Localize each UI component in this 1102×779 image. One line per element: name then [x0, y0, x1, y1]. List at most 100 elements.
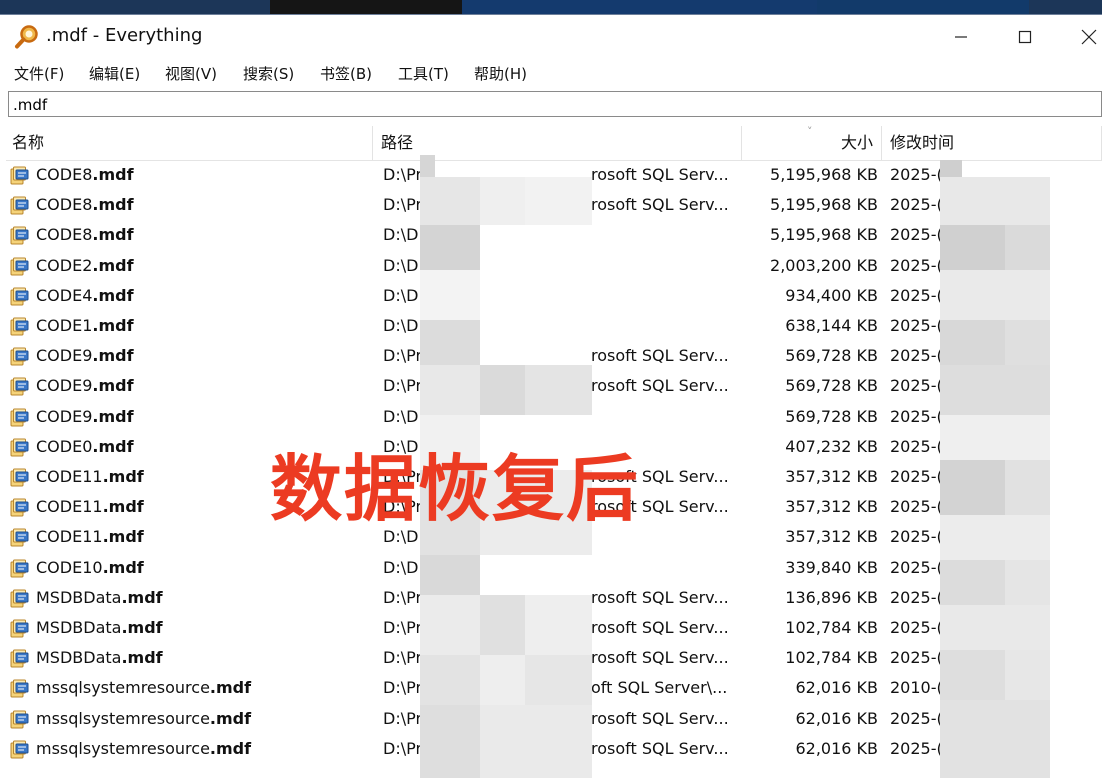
menu-tools[interactable]: 工具(T): [398, 63, 449, 84]
watermark-text: 数据恢复后: [270, 447, 641, 531]
file-name: MSDBData.mdf: [36, 648, 163, 668]
file-path: D:\D: [383, 255, 419, 275]
database-file-icon: [10, 347, 29, 366]
file-path-tail: rosoft SQL Serv...: [591, 195, 729, 215]
close-button[interactable]: [1066, 21, 1102, 53]
file-path-tail: oft SQL Server\...: [591, 678, 728, 698]
window-title: .mdf - Everything: [46, 25, 203, 46]
file-size: 136,896 KB: [785, 587, 878, 607]
maximize-icon: [1018, 30, 1032, 44]
file-size: 62,016 KB: [795, 738, 878, 758]
file-name: CODE8.mdf: [36, 225, 134, 245]
file-size: 102,784 KB: [785, 648, 878, 668]
file-path-tail: rosoft SQL Serv...: [591, 376, 729, 396]
file-name: MSDBData.mdf: [36, 587, 163, 607]
minimize-icon: [955, 36, 967, 38]
file-path: D:\Pr: [383, 587, 423, 607]
file-modified: 2025-(: [890, 738, 943, 758]
database-file-icon: [10, 740, 29, 759]
database-file-icon: [10, 619, 29, 638]
menu-file[interactable]: 文件(F): [14, 63, 64, 84]
menu-view[interactable]: 视图(V): [165, 63, 217, 84]
database-file-icon: [10, 196, 29, 215]
file-path: D:\D: [383, 285, 419, 305]
database-file-icon: [10, 166, 29, 185]
file-path: D:\Pr: [383, 195, 423, 215]
file-modified: 2025-(: [890, 557, 943, 577]
file-size: 357,312 KB: [785, 497, 878, 517]
database-file-icon: [10, 317, 29, 336]
search-box[interactable]: [8, 91, 1102, 118]
file-size: 357,312 KB: [785, 467, 878, 486]
file-path: D:\Pr: [383, 346, 423, 366]
file-modified: 2025-(: [890, 618, 943, 637]
file-name: MSDBData.mdf: [36, 618, 163, 637]
file-path: D:\Pr: [383, 738, 423, 758]
title-bar[interactable]: .mdf - Everything: [0, 15, 1102, 57]
file-modified: 2025-(: [890, 165, 943, 184]
file-modified: 2025-(: [890, 467, 943, 486]
file-size: 5,195,968 KB: [770, 225, 878, 245]
file-path: D:\D: [383, 316, 419, 335]
file-path: D:\Pr: [383, 165, 423, 184]
file-modified: 2025-(: [890, 587, 943, 607]
database-file-icon: [10, 438, 29, 457]
file-path-tail: rosoft SQL Serv...: [591, 346, 729, 366]
file-modified: 2025-(: [890, 195, 943, 215]
file-size: 62,016 KB: [795, 678, 878, 698]
file-name: mssqlsystemresource.mdf: [36, 738, 252, 758]
file-name: CODE11.mdf: [36, 467, 144, 486]
file-path-tail: rosoft SQL Serv...: [591, 738, 729, 758]
file-name: CODE8.mdf: [36, 165, 134, 184]
redacted-date-mosaic: [940, 155, 1050, 778]
database-file-icon: [10, 710, 29, 729]
file-path: D:\Pr: [383, 708, 423, 728]
file-size: 569,728 KB: [785, 346, 878, 366]
file-modified: 2025-(: [890, 376, 943, 396]
file-name: CODE9.mdf: [36, 346, 134, 366]
file-size: 62,016 KB: [795, 708, 878, 728]
file-modified: 2025-(: [890, 346, 943, 366]
file-modified: 2025-(: [890, 708, 943, 728]
file-path: D:\D: [383, 557, 419, 577]
file-name: mssqlsystemresource.mdf: [36, 678, 252, 698]
menu-help[interactable]: 帮助(H): [474, 63, 527, 84]
column-header-size[interactable]: 大小: [742, 126, 882, 160]
file-name: CODE9.mdf: [36, 376, 134, 396]
file-size: 638,144 KB: [785, 316, 878, 335]
database-file-icon: [10, 528, 29, 547]
database-file-icon: [10, 679, 29, 698]
file-size: 102,784 KB: [785, 618, 878, 637]
file-name: CODE4.mdf: [36, 285, 134, 305]
file-size: 5,195,968 KB: [770, 195, 878, 215]
file-size: 339,840 KB: [785, 557, 878, 577]
database-file-icon: [10, 559, 29, 578]
menu-edit[interactable]: 编辑(E): [89, 63, 140, 84]
minimize-button[interactable]: [938, 21, 984, 53]
menu-bookmarks[interactable]: 书签(B): [320, 63, 372, 84]
maximize-button[interactable]: [1002, 21, 1048, 53]
menu-search[interactable]: 搜索(S): [243, 63, 294, 84]
file-modified: 2025-(: [890, 436, 943, 456]
file-size: 2,003,200 KB: [770, 255, 878, 275]
file-modified: 2025-(: [890, 316, 943, 335]
file-name: CODE0.mdf: [36, 436, 134, 456]
file-path-tail: rosoft SQL Serv...: [591, 618, 729, 637]
file-size: 5,195,968 KB: [770, 165, 878, 184]
file-size: 569,728 KB: [785, 376, 878, 396]
file-path: D:\D: [383, 406, 419, 426]
database-file-icon: [10, 226, 29, 245]
file-size: 569,728 KB: [785, 406, 878, 426]
file-name: CODE1.mdf: [36, 316, 134, 335]
close-icon: [1081, 29, 1097, 45]
database-file-icon: [10, 257, 29, 276]
file-size: 357,312 KB: [785, 527, 878, 547]
file-path-tail: rosoft SQL Serv...: [591, 648, 729, 668]
search-input[interactable]: [9, 92, 617, 118]
database-file-icon: [10, 468, 29, 487]
file-path: D:\Pr: [383, 618, 423, 637]
column-header-name[interactable]: 名称: [6, 126, 373, 160]
everything-app-icon: [15, 25, 38, 49]
file-name: CODE8.mdf: [36, 195, 134, 215]
file-name: CODE9.mdf: [36, 406, 134, 426]
